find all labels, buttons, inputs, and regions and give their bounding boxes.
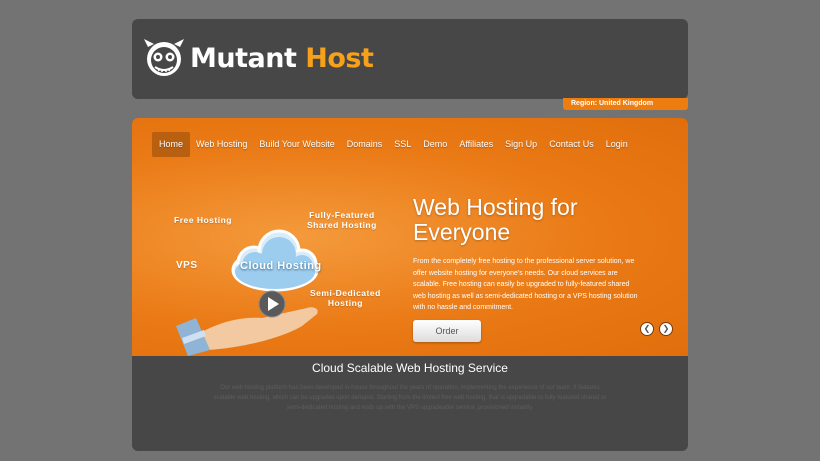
order-button[interactable]: Order: [413, 320, 481, 342]
label-fully-featured: Fully-Featured Shared Hosting: [307, 210, 377, 230]
hero-illustration: Free Hosting Fully-Featured Shared Hostin…: [162, 188, 402, 358]
label-cloud-hosting: Cloud Hosting: [240, 260, 322, 272]
nav-demo[interactable]: Demo: [417, 132, 453, 157]
site-header: Mutant Host: [132, 19, 688, 99]
hero-headline: Web Hosting for Everyone: [413, 194, 578, 245]
nav-login[interactable]: Login: [600, 132, 634, 157]
nav-web-hosting[interactable]: Web Hosting: [190, 132, 253, 157]
label-free-hosting: Free Hosting: [174, 215, 232, 225]
main-nav: Home Web Hosting Build Your Website Doma…: [152, 132, 634, 157]
hero-description: From the completely free hosting to the …: [413, 258, 638, 311]
slider-next-icon[interactable]: ❯: [659, 322, 673, 336]
nav-home[interactable]: Home: [152, 132, 191, 157]
nav-sign-up[interactable]: Sign Up: [499, 132, 543, 157]
nav-ssl[interactable]: SSL: [388, 132, 417, 157]
play-icon: [258, 290, 286, 318]
label-semi-dedicated: Semi-Dedicated Hosting: [310, 288, 381, 308]
nav-domains[interactable]: Domains: [341, 132, 389, 157]
section-text: Our web hosting platform has been develo…: [213, 385, 607, 411]
logo-text: Mutant Host: [190, 42, 374, 74]
section-title: Cloud Scalable Web Hosting Service: [312, 361, 508, 375]
mutant-mascot-icon: [144, 39, 184, 76]
nav-contact-us[interactable]: Contact Us: [543, 132, 600, 157]
nav-affiliates[interactable]: Affiliates: [453, 132, 499, 157]
slider-prev-icon[interactable]: ❮: [640, 322, 654, 336]
region-selector[interactable]: Region: United Kingdom: [563, 98, 688, 110]
site-logo[interactable]: Mutant Host: [142, 37, 374, 79]
nav-build-website[interactable]: Build Your Website: [253, 132, 340, 157]
main-panel: Home Web Hosting Build Your Website Doma…: [132, 118, 688, 451]
hero-banner: Home Web Hosting Build Your Website Doma…: [132, 118, 688, 356]
label-vps: VPS: [176, 260, 198, 271]
